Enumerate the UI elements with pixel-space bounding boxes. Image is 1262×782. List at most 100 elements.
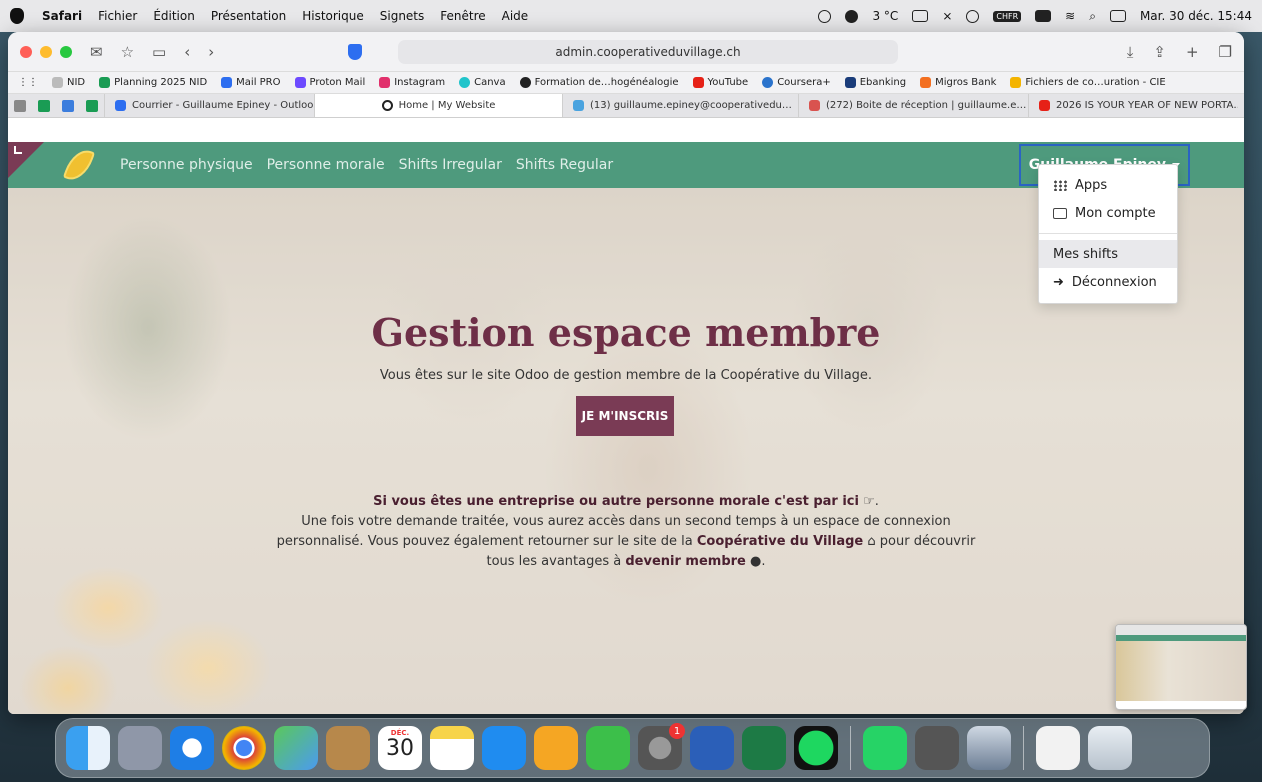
sidebar-icon[interactable]: ▭ [152, 43, 166, 61]
tab-youtube[interactable]: 2026 IS YOUR YEAR OF NEW PORTA… [1028, 94, 1238, 117]
tab-overview-icon[interactable]: ❐ [1219, 43, 1232, 61]
moral-person-link[interactable]: Si vous êtes une entreprise ou autre per… [373, 494, 859, 509]
sign-out-icon: ➜ [1053, 274, 1064, 290]
clock[interactable]: Mar. 30 déc. 15:44 [1140, 9, 1252, 23]
nav-personne-morale[interactable]: Personne morale [267, 157, 385, 173]
trash-icon[interactable] [1088, 726, 1132, 770]
calculator-icon[interactable] [915, 726, 959, 770]
address-bar[interactable]: admin.cooperativeduvillage.ch [398, 40, 898, 64]
menu-item-account[interactable]: Mon compte [1039, 199, 1177, 227]
zoom-window-button[interactable] [60, 45, 72, 58]
bookmark-nid[interactable]: NID [52, 77, 85, 88]
pinned-tab-3[interactable] [56, 94, 80, 117]
preview-icon[interactable] [967, 726, 1011, 770]
become-member-link[interactable]: devenir membre [625, 554, 746, 569]
bookmark-migros[interactable]: Migros Bank [920, 77, 996, 88]
bookmark-instagram[interactable]: Instagram [379, 77, 445, 88]
bookmark-formation[interactable]: Formation de…hogénéalogie [519, 77, 679, 88]
notes-icon[interactable] [430, 726, 474, 770]
bookmarks-bar: ⋮⋮ NID Planning 2025 NID Mail PRO Proton… [8, 72, 1244, 94]
close-window-button[interactable] [20, 45, 32, 58]
menu-app-safari[interactable]: Safari [42, 9, 82, 23]
bookmark-mail-pro[interactable]: Mail PRO [221, 77, 281, 88]
minimize-window-button[interactable] [40, 45, 52, 58]
share-icon[interactable]: ⇪ [1153, 43, 1166, 61]
menu-historique[interactable]: Historique [302, 9, 364, 23]
chrome-icon[interactable] [222, 726, 266, 770]
outlook-icon [115, 100, 126, 111]
nav-shifts-irregular[interactable]: Shifts Irregular [399, 157, 502, 173]
menu-fenetre[interactable]: Fenêtre [440, 9, 485, 23]
safari-icon[interactable] [170, 726, 214, 770]
spotify-icon[interactable] [794, 726, 838, 770]
leaf-logo-icon[interactable] [62, 145, 96, 185]
weather-status[interactable]: 3 °C [872, 9, 898, 23]
bookmark-ebanking[interactable]: Ebanking [844, 77, 906, 88]
pdf-document-icon[interactable] [1036, 726, 1080, 770]
pinned-tab-1[interactable] [8, 94, 32, 117]
bookmark-proton[interactable]: Proton Mail [294, 77, 365, 88]
bookmark-coursera[interactable]: Coursera+ [762, 77, 831, 88]
tab-gmail-272[interactable]: (272) Boite de réception | guillaume.e… [798, 94, 1028, 117]
battery-icon[interactable] [1035, 10, 1052, 22]
tab-home[interactable]: Home | My Website [314, 94, 562, 117]
bluetooth-off-icon[interactable]: ⨯ [942, 9, 952, 23]
excel-icon[interactable] [742, 726, 786, 770]
pinned-tab-2[interactable] [32, 94, 56, 117]
user-icon: ● [750, 554, 762, 569]
maps-icon[interactable] [274, 726, 318, 770]
menu-divider [1039, 233, 1177, 234]
wifi-icon[interactable]: ≋ [1065, 9, 1075, 23]
cooperative-link[interactable]: Coopérative du Village [697, 534, 863, 549]
battery-monitor-icon[interactable] [912, 10, 929, 22]
input-source-badge[interactable]: CHFR [993, 10, 1022, 22]
menu-fichier[interactable]: Fichier [98, 9, 137, 23]
bookmark-youtube[interactable]: YouTube [692, 77, 748, 88]
menu-aide[interactable]: Aide [502, 9, 529, 23]
menu-signets[interactable]: Signets [380, 9, 425, 23]
menu-edition[interactable]: Édition [153, 9, 195, 23]
coursera-icon [762, 77, 774, 88]
calendar-icon[interactable]: DÉC. 30 [378, 726, 422, 770]
signup-button[interactable]: JE M'INSCRIS [576, 396, 674, 436]
menu-item-shifts[interactable]: Mes shifts [1039, 240, 1177, 268]
mail-icon[interactable]: ✉ [90, 43, 103, 61]
pages-icon[interactable] [534, 726, 578, 770]
vpn-icon[interactable] [818, 9, 832, 23]
menu-item-logout[interactable]: ➜ Déconnexion [1039, 268, 1177, 296]
thumb-hero [1116, 641, 1246, 701]
download-icon[interactable]: ⤓ [1127, 43, 1134, 61]
nav-shifts-regular[interactable]: Shifts Regular [516, 157, 613, 173]
finder-icon[interactable] [66, 726, 110, 770]
control-center-icon[interactable] [1109, 10, 1126, 22]
menu-item-apps[interactable]: Apps [1039, 171, 1177, 199]
browser-toolbar: ✉ ☆ ▭ ‹ › admin.cooperativeduvillage.ch … [8, 32, 1244, 72]
nav-personne-physique[interactable]: Personne physique [120, 157, 253, 173]
play-icon[interactable] [966, 9, 980, 23]
new-tab-icon[interactable]: + [1186, 43, 1199, 61]
forward-icon[interactable]: › [208, 43, 214, 61]
search-icon[interactable]: ⌕ [1089, 9, 1096, 24]
mail-icon [221, 77, 233, 88]
bookmark-fichiers[interactable]: Fichiers de co…uration - CIE [1010, 77, 1166, 88]
menu-presentation[interactable]: Présentation [211, 9, 286, 23]
privacy-shield-icon[interactable] [348, 44, 362, 60]
bookmark-planning[interactable]: Planning 2025 NID [99, 77, 207, 88]
numbers-icon[interactable] [586, 726, 630, 770]
pinned-tab-4[interactable] [80, 94, 104, 117]
app-store-icon[interactable] [482, 726, 526, 770]
tab-mail-13[interactable]: (13) guillaume.epiney@cooperativedu… [562, 94, 798, 117]
screenshot-thumbnail[interactable] [1115, 624, 1247, 710]
bookmark-canva[interactable]: Canva [459, 77, 506, 88]
star-icon[interactable]: ☆ [121, 43, 134, 61]
launchpad-icon[interactable] [118, 726, 162, 770]
tab-outlook[interactable]: Courrier - Guillaume Epiney - Outlook [104, 94, 314, 117]
system-settings-icon[interactable]: 1 [638, 723, 685, 770]
whatsapp-icon[interactable] [863, 726, 907, 770]
k-app-icon[interactable] [845, 9, 859, 23]
apple-icon[interactable] [10, 8, 24, 24]
word-icon[interactable] [690, 726, 734, 770]
contacts-icon[interactable] [326, 726, 370, 770]
bookmarks-grid-icon[interactable]: ⋮⋮ [18, 77, 38, 88]
back-icon[interactable]: ‹ [184, 43, 190, 61]
